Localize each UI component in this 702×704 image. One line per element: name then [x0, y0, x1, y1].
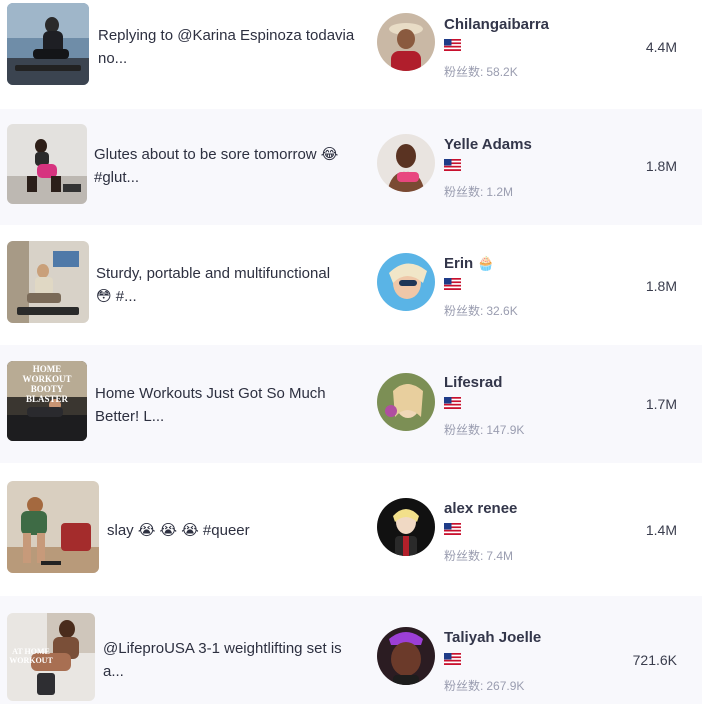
us-flag-icon	[444, 653, 461, 665]
video-thumbnail[interactable]	[7, 124, 87, 204]
avatar[interactable]	[377, 627, 435, 685]
avatar[interactable]	[377, 373, 435, 431]
fans-value: 267.9K	[486, 679, 525, 693]
description-line: slay 😭 😭 😭 #queer	[107, 522, 250, 539]
fans-count: 粉丝数: 267.9K	[444, 677, 524, 694]
video-description[interactable]: Home Workouts Just Got So Much Better! L…	[95, 382, 355, 428]
fans-label: 粉丝数:	[444, 423, 484, 437]
creator-name[interactable]: Lifesrad	[444, 374, 502, 391]
fans-count: 粉丝数: 32.6K	[444, 302, 518, 319]
description-line: Replying to @Karina Espinoza todavia	[98, 27, 355, 44]
creator-name[interactable]: Chilangaibarra	[444, 16, 549, 33]
creator-name[interactable]: Taliyah Joelle	[444, 629, 541, 646]
description-line: Sturdy, portable and multifunctional	[96, 265, 331, 282]
video-thumbnail[interactable]	[7, 3, 89, 85]
table-row[interactable]: Replying to @Karina Espinoza todavia no.…	[0, 0, 702, 106]
avatar[interactable]	[377, 498, 435, 556]
views-count: 1.8M	[645, 278, 677, 294]
avatar[interactable]	[377, 253, 435, 311]
creator-name[interactable]: Yelle Adams	[444, 136, 532, 153]
us-flag-icon	[444, 39, 461, 51]
us-flag-icon	[444, 278, 461, 290]
creator-name[interactable]: alex renee	[444, 500, 517, 517]
fans-count: 粉丝数: 7.4M	[444, 547, 513, 564]
creator-name-text: Erin	[444, 255, 474, 272]
table-row[interactable]: slay 😭 😭 😭 #queer alex renee 粉丝数: 7.4M 1.…	[0, 463, 702, 596]
thumbnail-caption: AT HOME WORKOUT	[9, 647, 53, 665]
table-row[interactable]: Sturdy, portable and multifunctional 😳 #…	[0, 225, 702, 345]
video-description[interactable]: Glutes about to be sore tomorrow 😂 #glut…	[94, 143, 354, 189]
fans-count: 粉丝数: 58.2K	[444, 63, 518, 80]
us-flag-icon	[444, 397, 461, 409]
views-count: 4.4M	[645, 39, 677, 55]
fans-count: 粉丝数: 147.9K	[444, 421, 524, 438]
video-description[interactable]: @LifeproUSA 3-1 weightlifting set is a..…	[103, 637, 363, 683]
us-flag-icon	[444, 523, 461, 535]
table-row[interactable]: HOME WORKOUT BOOTY BLASTER Home Workouts…	[0, 345, 702, 463]
description-line: a...	[103, 663, 124, 680]
fans-value: 147.9K	[486, 423, 525, 437]
video-thumbnail[interactable]	[7, 481, 99, 573]
video-description[interactable]: Replying to @Karina Espinoza todavia no.…	[98, 24, 358, 70]
fans-label: 粉丝数:	[444, 549, 484, 563]
fans-value: 7.4M	[486, 549, 514, 563]
fans-value: 58.2K	[486, 65, 518, 79]
thumbnail-caption: HOME WORKOUT BOOTY BLASTER	[22, 364, 72, 404]
us-flag-icon	[444, 159, 461, 171]
fans-value: 32.6K	[486, 304, 518, 318]
video-thumbnail[interactable]: AT HOME WORKOUT	[7, 613, 95, 701]
fans-count: 粉丝数: 1.2M	[444, 183, 513, 200]
fans-label: 粉丝数:	[444, 65, 484, 79]
views-count: 1.8M	[645, 158, 677, 174]
video-description[interactable]: Sturdy, portable and multifunctional 😳 #…	[96, 262, 356, 308]
video-thumbnail[interactable]: HOME WORKOUT BOOTY BLASTER	[7, 361, 87, 441]
description-line: Home Workouts Just Got So Much	[95, 385, 326, 402]
description-line: 😳 #...	[96, 288, 137, 305]
avatar[interactable]	[377, 134, 435, 192]
fans-label: 粉丝数:	[444, 679, 484, 693]
avatar[interactable]	[377, 13, 435, 71]
fans-label: 粉丝数:	[444, 304, 484, 318]
table-row[interactable]: AT HOME WORKOUT @LifeproUSA 3-1 weightli…	[0, 596, 702, 704]
creator-name[interactable]: Erin 🧁	[444, 255, 495, 272]
cupcake-icon: 🧁	[477, 256, 495, 272]
video-description[interactable]: slay 😭 😭 😭 #queer	[107, 519, 367, 542]
description-line: Better! L...	[95, 408, 165, 425]
description-line: #glut...	[94, 169, 140, 186]
video-thumbnail[interactable]	[7, 241, 89, 323]
video-ranking-list: Replying to @Karina Espinoza todavia no.…	[0, 0, 702, 704]
views-count: 1.7M	[645, 396, 677, 412]
description-line: no...	[98, 50, 128, 67]
views-count: 721.6K	[632, 652, 677, 668]
table-row[interactable]: Glutes about to be sore tomorrow 😂 #glut…	[0, 109, 702, 225]
views-count: 1.4M	[645, 522, 677, 538]
fans-label: 粉丝数:	[444, 185, 484, 199]
fans-value: 1.2M	[486, 185, 514, 199]
description-line: @LifeproUSA 3-1 weightlifting set is	[103, 640, 342, 657]
description-line: Glutes about to be sore tomorrow 😂	[94, 146, 339, 163]
